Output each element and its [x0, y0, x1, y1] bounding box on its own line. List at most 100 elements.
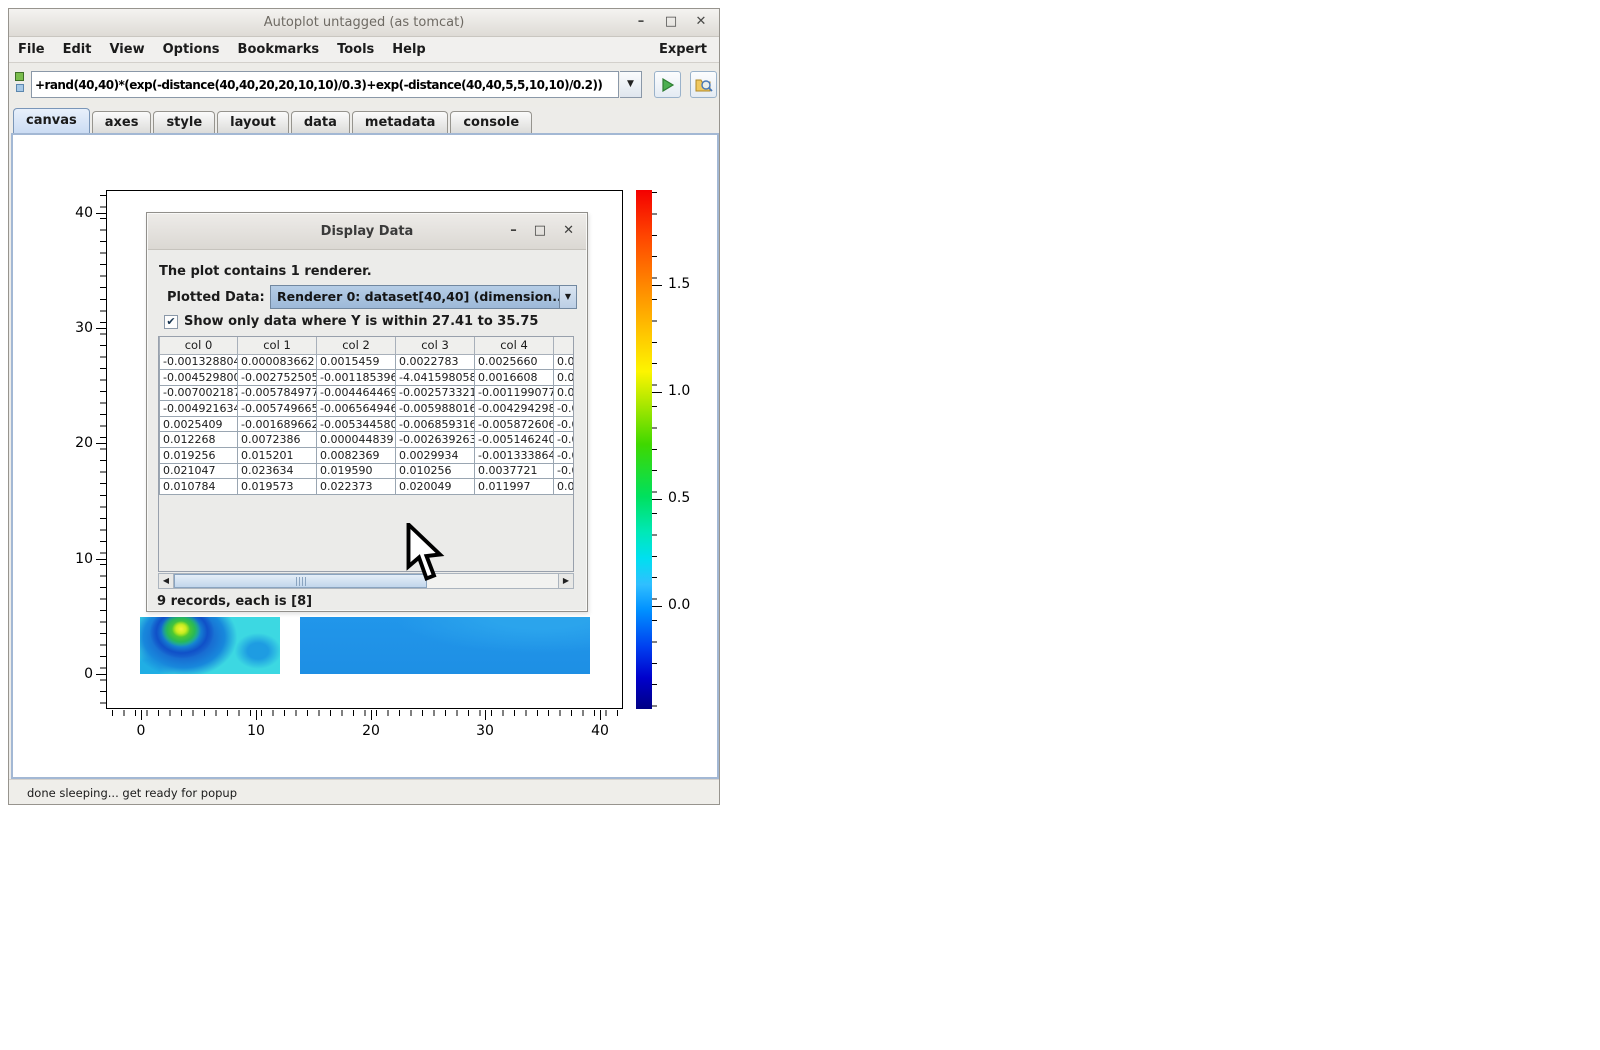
- table-cell[interactable]: -0.0: [554, 463, 575, 479]
- table-cell[interactable]: 0.021047: [160, 463, 238, 479]
- table-row[interactable]: -0.001328804...0.0000836620.00154590.002…: [160, 354, 575, 370]
- table-cell[interactable]: 0.0082369: [317, 448, 396, 464]
- dialog-close-icon[interactable]: ✕: [563, 221, 574, 241]
- table-cell[interactable]: 0.0015459: [317, 354, 396, 370]
- inspect-uri-button[interactable]: [690, 71, 717, 98]
- table-cell[interactable]: -0.005784977...: [238, 385, 317, 401]
- table-cell[interactable]: 0.0037721: [475, 463, 554, 479]
- table-cell[interactable]: 0.0072386: [238, 432, 317, 448]
- table-cell[interactable]: 0.011997: [475, 479, 554, 495]
- table-cell[interactable]: -0.0: [554, 432, 575, 448]
- table-cell[interactable]: 0.0016608: [475, 370, 554, 386]
- column-header[interactable]: col 0: [160, 337, 238, 354]
- table-cell[interactable]: 0.0029934: [396, 448, 475, 464]
- plotted-data-dropdown-icon[interactable]: ▼: [560, 285, 577, 309]
- tab-console[interactable]: console: [450, 111, 532, 133]
- expert-menu[interactable]: Expert: [647, 42, 719, 57]
- table-cell[interactable]: -0.001689662...: [238, 416, 317, 432]
- scroll-left-icon[interactable]: ◀: [159, 574, 174, 588]
- table-row[interactable]: -0.004921634...-0.005749665...-0.0065649…: [160, 401, 575, 417]
- go-button[interactable]: [654, 71, 681, 98]
- menu-help[interactable]: Help: [383, 42, 434, 57]
- table-cell[interactable]: 0.015201: [238, 448, 317, 464]
- uri-dropdown-icon[interactable]: ▼: [620, 71, 642, 98]
- dialog-titlebar[interactable]: Display Data – □ ✕: [148, 214, 586, 250]
- column-header[interactable]: col 1: [238, 337, 317, 354]
- maximize-icon[interactable]: □: [663, 13, 679, 31]
- table-cell[interactable]: -0.007002187...: [160, 385, 238, 401]
- uri-input[interactable]: +rand(40,40)*(exp(-distance(40,40,20,20,…: [31, 71, 619, 98]
- table-cell[interactable]: 0.00: [554, 479, 575, 495]
- close-icon[interactable]: ✕: [693, 13, 709, 31]
- tab-axes[interactable]: axes: [92, 111, 152, 133]
- tab-metadata[interactable]: metadata: [352, 111, 448, 133]
- table-cell[interactable]: -0.004529800...: [160, 370, 238, 386]
- table-cell[interactable]: -4.041598058...: [396, 370, 475, 386]
- horizontal-scrollbar[interactable]: ◀ ▶: [158, 573, 574, 589]
- menu-file[interactable]: File: [9, 42, 54, 57]
- menu-options[interactable]: Options: [154, 42, 229, 57]
- table-cell[interactable]: -0.0: [554, 416, 575, 432]
- table-cell[interactable]: 0.0022783: [396, 354, 475, 370]
- table-cell[interactable]: 0.012268: [160, 432, 238, 448]
- table-cell[interactable]: 0.023634: [238, 463, 317, 479]
- table-cell[interactable]: -0.002639263...: [396, 432, 475, 448]
- table-row[interactable]: 0.0107840.0195730.0223730.0200490.011997…: [160, 479, 575, 495]
- column-header[interactable]: col 4: [475, 337, 554, 354]
- tab-data[interactable]: data: [291, 111, 350, 133]
- table-cell[interactable]: -0.006859316...: [396, 416, 475, 432]
- column-header[interactable]: col 3: [396, 337, 475, 354]
- table-cell[interactable]: -0.005146240...: [475, 432, 554, 448]
- table-cell[interactable]: -0.005344580...: [317, 416, 396, 432]
- table-cell[interactable]: -0.002752505...: [238, 370, 317, 386]
- table-cell[interactable]: -0.005988016...: [396, 401, 475, 417]
- table-cell[interactable]: 0.00: [554, 354, 575, 370]
- menu-view[interactable]: View: [100, 42, 153, 57]
- window-titlebar[interactable]: Autoplot untagged (as tomcat) – □ ✕: [9, 9, 719, 37]
- table-cell[interactable]: -0.004921634...: [160, 401, 238, 417]
- table-cell[interactable]: -0.001185396...: [317, 370, 396, 386]
- table-cell[interactable]: 0.022373: [317, 479, 396, 495]
- table-cell[interactable]: 0.010256: [396, 463, 475, 479]
- table-cell[interactable]: 0.00: [554, 385, 575, 401]
- column-header[interactable]: col 2: [317, 337, 396, 354]
- table-cell[interactable]: 0.000083662: [238, 354, 317, 370]
- table-cell[interactable]: 0.0025409: [160, 416, 238, 432]
- menu-bookmarks[interactable]: Bookmarks: [229, 42, 329, 57]
- table-cell[interactable]: 0.019573: [238, 479, 317, 495]
- dialog-minimize-icon[interactable]: –: [510, 221, 517, 241]
- minimize-icon[interactable]: –: [633, 13, 649, 31]
- table-cell[interactable]: -0.005749665...: [238, 401, 317, 417]
- scroll-right-icon[interactable]: ▶: [558, 574, 573, 588]
- table-row[interactable]: 0.0210470.0236340.0195900.0102560.003772…: [160, 463, 575, 479]
- table-cell[interactable]: -0.004464469...: [317, 385, 396, 401]
- table-cell[interactable]: 0.00: [554, 370, 575, 386]
- filter-checkbox[interactable]: ✔: [164, 315, 178, 329]
- scrollbar-thumb[interactable]: [174, 574, 427, 588]
- column-header[interactable]: [554, 337, 575, 354]
- dialog-maximize-icon[interactable]: □: [534, 221, 546, 241]
- table-row[interactable]: -0.004529800...-0.002752505...-0.0011853…: [160, 370, 575, 386]
- table-cell[interactable]: 0.019256: [160, 448, 238, 464]
- table-cell[interactable]: 0.0025660: [475, 354, 554, 370]
- tab-canvas[interactable]: canvas: [13, 108, 90, 133]
- table-cell[interactable]: -0.002573321...: [396, 385, 475, 401]
- table-cell[interactable]: -0.001328804...: [160, 354, 238, 370]
- tab-style[interactable]: style: [153, 111, 215, 133]
- table-cell[interactable]: -0.006564946...: [317, 401, 396, 417]
- table-row[interactable]: 0.0192560.0152010.00823690.0029934-0.001…: [160, 448, 575, 464]
- tab-layout[interactable]: layout: [217, 111, 289, 133]
- table-cell[interactable]: -0.004294298...: [475, 401, 554, 417]
- plotted-data-select[interactable]: Renderer 0: dataset[40,40] (dimension...: [270, 285, 560, 309]
- menu-edit[interactable]: Edit: [54, 42, 101, 57]
- menu-tools[interactable]: Tools: [328, 42, 383, 57]
- data-table-scrollpane[interactable]: col 0col 1col 2col 3col 4 -0.001328804...…: [158, 336, 574, 572]
- table-cell[interactable]: 0.019590: [317, 463, 396, 479]
- table-row[interactable]: -0.007002187...-0.005784977...-0.0044644…: [160, 385, 575, 401]
- table-cell[interactable]: -0.0: [554, 401, 575, 417]
- table-cell[interactable]: 0.010784: [160, 479, 238, 495]
- table-cell[interactable]: -0.0: [554, 448, 575, 464]
- plot-canvas[interactable]: 010203040 403020100 1.51.00.50.0 Display…: [11, 133, 719, 779]
- table-cell[interactable]: 0.020049: [396, 479, 475, 495]
- table-row[interactable]: 0.0122680.00723860.000044839-0.002639263…: [160, 432, 575, 448]
